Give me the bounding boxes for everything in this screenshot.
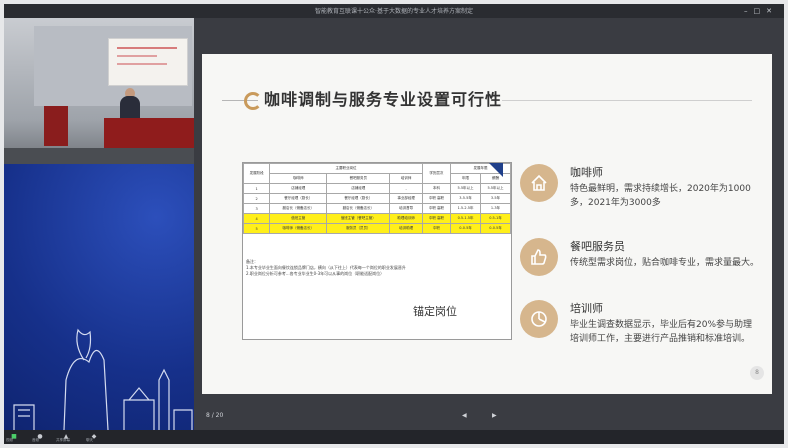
item-title: 餐吧服务员	[570, 240, 625, 253]
table-cell: 服务员（员员）	[326, 223, 391, 234]
thumbs-up-icon	[531, 249, 547, 265]
table-cell: 店铺经理	[269, 183, 328, 194]
window-controls: –□✕	[744, 7, 778, 15]
table-cell: 3	[242, 203, 271, 214]
table-cell: 1.5-2.5年	[450, 203, 481, 214]
item-icon-circle	[520, 164, 558, 202]
title-bar: 智能教育互联课十公众·基于大数据的专业人才培养方案制定 –□✕	[4, 4, 784, 18]
table-cell: 餐厅经理（厨长）	[326, 193, 391, 204]
slide-controls: 8 / 20 ◀ ▶	[202, 410, 772, 424]
table-row: 3 副店长（储备店长） 副店长（储备店长） 培训督导 中职 高职 1.5-2.5…	[242, 203, 511, 214]
video-floor	[4, 148, 194, 164]
slide-title: 咖啡调制与服务专业设置可行性	[264, 90, 503, 109]
table-cell: 5.5年以上	[450, 183, 481, 194]
table-cell: 中职 高职	[421, 193, 452, 204]
table-cell: 4	[242, 213, 271, 224]
camera-video	[4, 18, 194, 164]
table-cell: 0.5-1.5年	[450, 213, 481, 224]
table-cell: 中职 高职	[421, 203, 452, 214]
table-row-highlighted: 5 咖啡师（储备店长） 服务员（员员） 培训助理 中职 0-0.5年 0-0.5…	[242, 223, 511, 234]
left-panel	[4, 18, 194, 430]
table-row: 2 餐厅经理（厨长） 餐厅经理（厨长） 事业部经理 中职 高职 3-5.5年 3…	[242, 193, 511, 204]
table-cell: 培训督导	[389, 203, 423, 214]
table: 发展阶段 主要职业岗位 学历层次 发展年限 咖啡师 餐吧服务员 培训师 年限 薪…	[242, 163, 511, 234]
toolbar-label: 音频	[32, 438, 39, 442]
maximize-icon[interactable]: □	[754, 7, 767, 15]
table-header: 培训师	[389, 173, 423, 184]
table-row: 1 店铺经理 店铺经理 - 本科 5.5年以上 5.5年以上	[242, 183, 511, 194]
item-icon-circle	[520, 238, 558, 276]
table-header: 学历层次	[421, 163, 452, 184]
video-podium	[44, 106, 68, 146]
close-icon[interactable]: ✕	[766, 7, 778, 15]
table-cell: 培训助理	[389, 223, 423, 234]
pie-chart-icon	[531, 311, 547, 327]
minimize-icon[interactable]: –	[744, 7, 754, 15]
toolbar-label: 聊天	[86, 438, 93, 442]
slide-page-number: 8	[750, 366, 764, 380]
table-cell: 2	[242, 193, 271, 204]
table-cell: 中职 高职	[421, 213, 452, 224]
prev-slide-button[interactable]: ◀	[462, 412, 467, 419]
table-cell: 值班主管	[269, 213, 328, 224]
app-window: 智能教育互联课十公众·基于大数据的专业人才培养方案制定 –□✕ 咖啡调制与服务专…	[4, 4, 784, 444]
table-notes: 备注： 1.本专业毕业生面向餐饮连锁品牌门店，横向（从下往上）代表每一个岗位的职…	[246, 259, 508, 277]
table-note-line: 2.职业岗位分析可参考...各专业毕业生0-3年可以从事的岗位（职能适配岗位）	[246, 271, 385, 276]
table-cell: 0.5-1年	[480, 213, 511, 224]
window-title: 智能教育互联课十公众·基于大数据的专业人才培养方案制定	[315, 8, 473, 15]
table-header: 年限	[450, 173, 481, 184]
table-cell: 副店长（储备店长）	[326, 203, 391, 214]
next-slide-button[interactable]: ▶	[492, 412, 497, 419]
table-header-group: 主要职业岗位	[269, 163, 423, 174]
city-skyline-illustration	[13, 328, 193, 430]
shared-screen-area: 咖啡调制与服务专业设置可行性 发展阶段 主要职业岗位 学历层次 发展年限 咖啡师…	[194, 18, 784, 430]
item-icon-circle	[520, 300, 558, 338]
table-header: 发展阶段	[242, 163, 271, 184]
table-cell: 0-0.5年	[480, 223, 511, 234]
table-header: 咖啡师	[269, 173, 328, 184]
corner-triangle-icon	[489, 163, 503, 177]
table-cell: 值班主管（餐吧主管）	[326, 213, 391, 224]
item-title: 培训师	[570, 302, 603, 315]
home-icon	[531, 174, 547, 191]
table-cell: 5	[242, 223, 271, 234]
table-cell: 1-3年	[480, 203, 511, 214]
item-title: 咖啡师	[570, 166, 603, 179]
table-cell: 事业部经理	[389, 193, 423, 204]
table-cell: 咖啡师（储备店长）	[269, 223, 328, 234]
career-path-table: 发展阶段 主要职业岗位 学历层次 发展年限 咖啡师 餐吧服务员 培训师 年限 薪…	[242, 162, 512, 340]
anchor-position-label: 锚定岗位	[413, 305, 457, 318]
table-cell: 餐厅经理（厨长）	[269, 193, 328, 204]
table-cell: 1	[242, 183, 271, 194]
table-cell: 3-5.5年	[450, 193, 481, 204]
table-cell: -	[389, 183, 423, 194]
title-rule-right	[502, 100, 752, 101]
presentation-slide: 咖啡调制与服务专业设置可行性 发展阶段 主要职业岗位 学历层次 发展年限 咖啡师…	[202, 54, 772, 394]
meeting-toolbar: ■ 视频 ● 音频 ▲ 共享屏幕 ◆ 聊天	[4, 430, 784, 444]
sidebar-decoration	[4, 164, 194, 430]
toolbar-label: 视频	[6, 438, 13, 442]
item-description: 毕业生调查数据显示，毕业后有20%参与助理培训师工作，主要进行产品推销和标准培训…	[570, 320, 753, 344]
page-indicator: 8 / 20	[206, 412, 224, 419]
table-row-highlighted: 4 值班主管 值班主管（餐吧主管） 助理培训师 中职 高职 0.5-1.5年 0…	[242, 213, 511, 224]
table-cell: 店铺经理	[326, 183, 391, 194]
table-header: 餐吧服务员	[326, 173, 391, 184]
toolbar-label: 共享屏幕	[56, 438, 70, 442]
video-projector-screen	[108, 38, 188, 86]
table-cell: 本科	[421, 183, 452, 194]
table-cell: 副店长（储备店长）	[269, 203, 328, 214]
table-cell: 5.5年以上	[480, 183, 511, 194]
table-cell: 3-5年	[480, 193, 511, 204]
item-description: 传统型需求岗位，贴合咖啡专业，需求量最大。	[570, 258, 760, 268]
table-cell: 助理培训师	[389, 213, 423, 224]
item-description: 特色最鲜明，需求持续增长，2020年为1000多，2021年为3000多	[570, 184, 751, 208]
slide-logo-icon	[244, 92, 262, 110]
table-cell: 中职	[421, 223, 452, 234]
table-cell: 0-0.5年	[450, 223, 481, 234]
